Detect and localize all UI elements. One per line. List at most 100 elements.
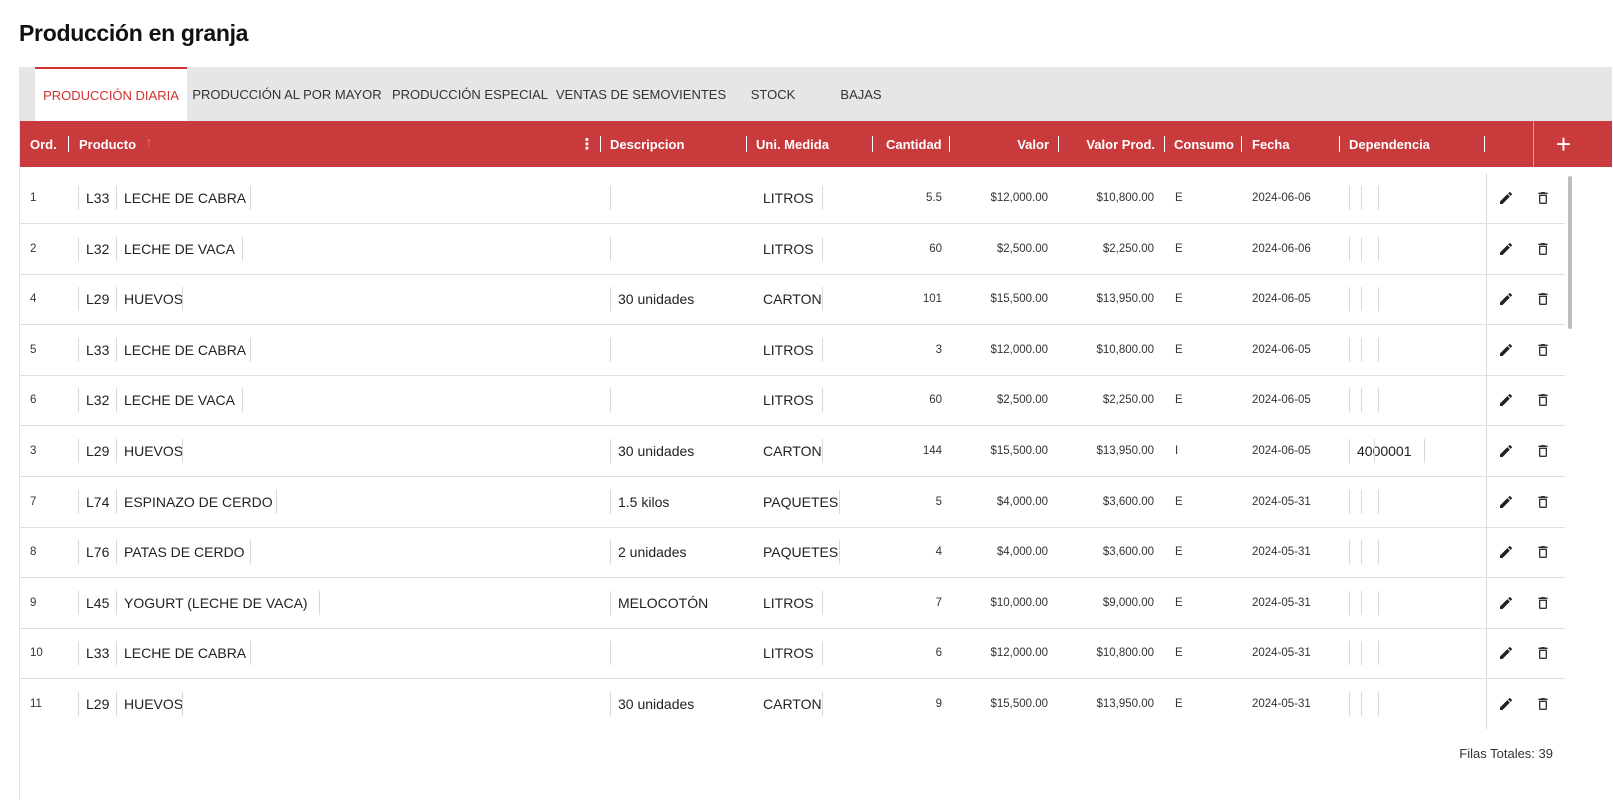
delete-icon[interactable] — [1533, 441, 1553, 461]
column-header-descripcion[interactable]: Descripcion — [610, 121, 684, 167]
cell-unidad: LITROS — [763, 392, 814, 409]
delete-icon[interactable] — [1533, 492, 1553, 512]
table-row[interactable]: 1 L33 LECHE DE CABRA LITROS 5.5 $12,000.00 $10… — [20, 173, 1565, 224]
column-resize-handle[interactable] — [1058, 136, 1059, 152]
edit-icon[interactable] — [1496, 492, 1516, 512]
column-menu-icon[interactable]: ⋮ — [580, 121, 595, 167]
tab-bajas[interactable]: BAJAS — [817, 67, 905, 121]
cell-product-code: L76 — [86, 544, 110, 561]
cell-ord: 5 — [30, 343, 37, 356]
tab-produccion-especial[interactable]: PRODUCCIÓN ESPECIAL — [387, 67, 553, 121]
edit-icon[interactable] — [1496, 441, 1516, 461]
cell-producto: LECHE DE CABRA — [124, 341, 247, 358]
cell-unidad: CARTON — [763, 291, 822, 308]
cell-ord: 3 — [30, 445, 37, 457]
cell-cantidad: 4 — [935, 546, 942, 559]
cell-fecha: 2024-06-05 — [1252, 293, 1311, 306]
table-row[interactable]: 9 L45 YOGURT (LECHE DE VACA) MELOCOTÓN LITRO… — [20, 577, 1565, 629]
cell-product-code: L33 — [86, 341, 110, 358]
delete-icon[interactable] — [1533, 340, 1553, 360]
cell-divider — [610, 540, 611, 565]
cell-ord: 4 — [30, 293, 37, 306]
cell-divider — [1349, 590, 1350, 615]
table-row[interactable]: 4 L29 HUEVOS 30 unidades CARTON 101 $15,500.00… — [20, 274, 1565, 326]
cell-fecha: 2024-06-05 — [1252, 394, 1311, 407]
cell-consumo: E — [1175, 495, 1183, 508]
add-row-icon[interactable]: + — [1533, 121, 1593, 167]
cell-divider — [242, 236, 243, 261]
cell-unidad: LITROS — [763, 645, 814, 662]
column-header-valor-label: Valor — [1017, 136, 1049, 152]
cell-divider — [1378, 337, 1379, 362]
delete-icon[interactable] — [1533, 542, 1553, 562]
column-resize-handle[interactable] — [746, 136, 747, 152]
column-header-unidad[interactable]: Uni. Medida — [756, 121, 829, 167]
cell-valor: $12,000.00 — [990, 192, 1048, 204]
table-row[interactable]: 3 L29 HUEVOS 30 unidades CARTON 144 $15,500.00… — [20, 426, 1565, 477]
cell-divider — [1349, 540, 1350, 565]
column-resize-handle[interactable] — [1484, 136, 1485, 152]
cell-divider — [1378, 287, 1379, 312]
edit-icon[interactable] — [1496, 542, 1516, 562]
actions-divider — [1486, 173, 1487, 223]
cell-divider — [610, 489, 611, 514]
column-resize-handle[interactable] — [1339, 136, 1340, 152]
column-resize-handle[interactable] — [68, 136, 69, 152]
cell-producto: HUEVOS — [124, 443, 184, 459]
edit-icon[interactable] — [1496, 643, 1516, 663]
table-row[interactable]: 7 L74 ESPINAZO DE CERDO 1.5 kilos PAQUETES 5 $… — [20, 476, 1565, 528]
cell-divider — [1361, 388, 1362, 413]
edit-icon[interactable] — [1496, 239, 1516, 259]
sort-ascending-icon[interactable]: ↑ — [146, 135, 152, 149]
table-row[interactable]: 11 L29 HUEVOS 30 unidades CARTON 9 $15,500.00 $… — [20, 679, 1565, 729]
table-row[interactable]: 10 L33 LECHE DE CABRA LITROS 6 $12,000.00 $10,… — [20, 628, 1565, 680]
cell-divider — [182, 439, 183, 463]
actions-divider — [1486, 324, 1487, 375]
column-header-consumo[interactable]: Consumo — [1174, 121, 1234, 167]
scrollbar-thumb[interactable] — [1568, 176, 1572, 329]
delete-icon[interactable] — [1533, 289, 1553, 309]
edit-icon[interactable] — [1496, 289, 1516, 309]
delete-icon[interactable] — [1533, 188, 1553, 208]
tab-stock[interactable]: STOCK — [729, 67, 817, 121]
cell-divider — [116, 692, 117, 716]
edit-icon[interactable] — [1496, 340, 1516, 360]
column-resize-handle[interactable] — [1164, 136, 1165, 152]
cell-cantidad: 144 — [922, 445, 942, 457]
column-resize-handle[interactable] — [949, 136, 950, 152]
table-row[interactable]: 6 L32 LECHE DE VACA LITROS 60 $2,500.00 $2,250… — [20, 375, 1565, 427]
cell-divider — [1361, 337, 1362, 362]
column-header-cantidad[interactable]: Cantidad — [886, 121, 942, 167]
column-resize-handle[interactable] — [872, 136, 873, 152]
cell-divider — [1349, 692, 1350, 716]
table-row[interactable]: 5 L33 LECHE DE CABRA LITROS 3 $12,000.00 $10,8… — [20, 324, 1565, 376]
cell-valor: $12,000.00 — [990, 343, 1048, 356]
tab-ventas-de-semovientes[interactable]: VENTAS DE SEMOVIENTES — [553, 67, 729, 121]
tab-produccion-al-por-mayor[interactable]: PRODUCCIÓN AL POR MAYOR — [187, 67, 387, 121]
edit-icon[interactable] — [1496, 694, 1516, 714]
delete-icon[interactable] — [1533, 390, 1553, 410]
tab-produccion-diaria[interactable]: PRODUCCIÓN DIARIA — [35, 67, 187, 121]
cell-descripcion: 2 unidades — [618, 544, 687, 561]
cell-divider — [78, 641, 79, 666]
edit-icon[interactable] — [1496, 593, 1516, 613]
column-resize-handle[interactable] — [600, 136, 601, 152]
edit-icon[interactable] — [1496, 390, 1516, 410]
column-header-dependencia[interactable]: Dependencia — [1349, 121, 1430, 167]
table-row[interactable]: 2 L32 LECHE DE VACA LITROS 60 $2,500.00 $2,250… — [20, 223, 1565, 275]
column-header-producto[interactable]: Producto — [79, 121, 136, 167]
column-header-fecha[interactable]: Fecha — [1252, 121, 1290, 167]
table-row[interactable]: 8 L76 PATAS DE CERDO 2 unidades PAQUETES 4 $4,… — [20, 527, 1565, 579]
edit-icon[interactable] — [1496, 188, 1516, 208]
delete-icon[interactable] — [1533, 239, 1553, 259]
delete-icon[interactable] — [1533, 694, 1553, 714]
delete-icon[interactable] — [1533, 643, 1553, 663]
column-resize-handle[interactable] — [1241, 136, 1242, 152]
cell-divider — [78, 692, 79, 716]
cell-ord: 6 — [30, 394, 37, 407]
cell-consumo: E — [1175, 192, 1183, 204]
column-header-ord[interactable]: Ord. — [30, 121, 57, 167]
delete-icon[interactable] — [1533, 593, 1553, 613]
cell-divider — [78, 388, 79, 413]
actions-divider — [1486, 577, 1487, 628]
